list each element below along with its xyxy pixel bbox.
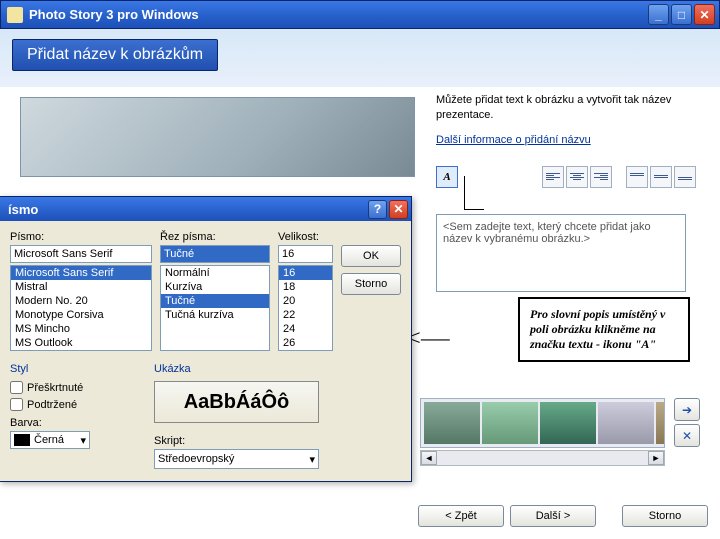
font-label: Písmo:: [10, 231, 44, 243]
dialog-close-button[interactable]: ✕: [389, 200, 408, 219]
thumbnail-item[interactable]: [424, 402, 480, 444]
dialog-help-button[interactable]: ?: [368, 200, 387, 219]
caption-textarea[interactable]: <Sem zadejte text, který chcete přidat j…: [436, 214, 686, 292]
thumb-next-button[interactable]: ➔: [674, 398, 700, 421]
size-label: Velikost:: [278, 231, 319, 243]
close-button[interactable]: ✕: [694, 4, 715, 25]
align-center-button[interactable]: [566, 166, 588, 188]
align-right-button[interactable]: [590, 166, 612, 188]
thumbnail-item[interactable]: [598, 402, 654, 444]
page-title-banner: Přidat název k obrázkům: [12, 39, 218, 71]
style-input[interactable]: [160, 245, 270, 263]
thumbnail-scrollbar[interactable]: ◄ ►: [420, 450, 665, 466]
thumbnail-item[interactable]: [656, 402, 665, 444]
list-item[interactable]: 20: [279, 294, 332, 308]
list-item[interactable]: Kurzíva: [161, 280, 269, 294]
style-listbox[interactable]: NormálníKurzívaTučnéTučná kurzíva: [160, 265, 270, 351]
dialog-titlebar: ísmo ? ✕: [0, 197, 411, 221]
color-dropdown[interactable]: Černá ▾: [10, 431, 90, 449]
list-item[interactable]: 24: [279, 322, 332, 336]
ok-button[interactable]: OK: [341, 245, 401, 267]
font-tool-button[interactable]: A: [436, 166, 458, 188]
color-name: Černá: [34, 434, 64, 446]
list-item[interactable]: 16: [279, 266, 332, 280]
instructions-text: Můžete přidat text k obrázku a vytvořit …: [436, 93, 696, 124]
list-item[interactable]: MS Reference Sans S: [11, 350, 151, 351]
list-item[interactable]: Microsoft Sans Serif: [11, 266, 151, 280]
color-label: Barva:: [10, 417, 140, 429]
wizard-nav: < Zpět Další > Storno: [418, 505, 708, 527]
list-item[interactable]: 28: [279, 350, 332, 351]
list-item[interactable]: 22: [279, 308, 332, 322]
script-label: Skript:: [154, 435, 319, 447]
scroll-right-icon[interactable]: ►: [648, 451, 664, 465]
font-dialog: ísmo ? ✕ Písmo: Microsoft Sans SerifMist…: [0, 196, 412, 482]
list-item[interactable]: MS Outlook: [11, 336, 151, 350]
main-titlebar: Photo Story 3 pro Windows _ □ ✕: [0, 0, 720, 29]
app-icon: [7, 7, 23, 23]
thumbnail-item[interactable]: [482, 402, 538, 444]
page-header: Přidat název k obrázkům: [0, 29, 720, 87]
minimize-button[interactable]: _: [648, 4, 669, 25]
list-item[interactable]: Normální: [161, 266, 269, 280]
sample-group-label: Ukázka: [154, 363, 319, 375]
style-group-label: Styl: [10, 363, 140, 375]
color-chip-icon: [14, 434, 30, 446]
list-item[interactable]: Tučná kurzíva: [161, 308, 269, 322]
dialog-title: ísmo: [8, 202, 38, 217]
sample-preview: AaBbÁáÔô: [154, 381, 319, 423]
h-align-group: [542, 166, 612, 188]
script-dropdown[interactable]: Středoevropský ▾: [154, 449, 319, 469]
valign-top-button[interactable]: [626, 166, 648, 188]
app-title: Photo Story 3 pro Windows: [29, 7, 199, 22]
thumb-delete-button[interactable]: ✕: [674, 424, 700, 447]
list-item[interactable]: Tučné: [161, 294, 269, 308]
list-item[interactable]: 18: [279, 280, 332, 294]
list-item[interactable]: Mistral: [11, 280, 151, 294]
font-input[interactable]: [10, 245, 152, 263]
script-value: Středoevropský: [158, 453, 234, 465]
thumbnail-strip: ➔ ✕ ◄ ►: [420, 398, 700, 466]
thumbnail-item[interactable]: [540, 402, 596, 444]
list-item[interactable]: Modern No. 20: [11, 294, 151, 308]
scroll-left-icon[interactable]: ◄: [421, 451, 437, 465]
help-link[interactable]: Další informace o přidání názvu: [436, 134, 696, 146]
list-item[interactable]: Monotype Corsiva: [11, 308, 151, 322]
back-button[interactable]: < Zpět: [418, 505, 504, 527]
strikethrough-checkbox[interactable]: [10, 381, 23, 394]
valign-middle-button[interactable]: [650, 166, 672, 188]
list-item[interactable]: MS Mincho: [11, 322, 151, 336]
align-left-button[interactable]: [542, 166, 564, 188]
cancel-button[interactable]: Storno: [622, 505, 708, 527]
text-toolbar: A: [436, 166, 696, 210]
dialog-cancel-button[interactable]: Storno: [341, 273, 401, 295]
v-align-group: [626, 166, 696, 188]
list-item[interactable]: 26: [279, 336, 332, 350]
image-preview: [20, 97, 415, 177]
valign-bottom-button[interactable]: [674, 166, 696, 188]
underline-checkbox[interactable]: [10, 398, 23, 411]
size-input[interactable]: [278, 245, 333, 263]
font-listbox[interactable]: Microsoft Sans SerifMistralModern No. 20…: [10, 265, 152, 351]
next-button[interactable]: Další >: [510, 505, 596, 527]
thumbnail-list: [420, 398, 665, 448]
annotation-callout: Pro slovní popis umístěný v poli obrázku…: [518, 297, 690, 362]
underline-label: Podtržené: [27, 399, 77, 411]
strikethrough-label: Přeškrtnuté: [27, 382, 83, 394]
style-label: Řez písma:: [160, 231, 216, 243]
maximize-button[interactable]: □: [671, 4, 692, 25]
size-listbox[interactable]: 16182022242628: [278, 265, 333, 351]
